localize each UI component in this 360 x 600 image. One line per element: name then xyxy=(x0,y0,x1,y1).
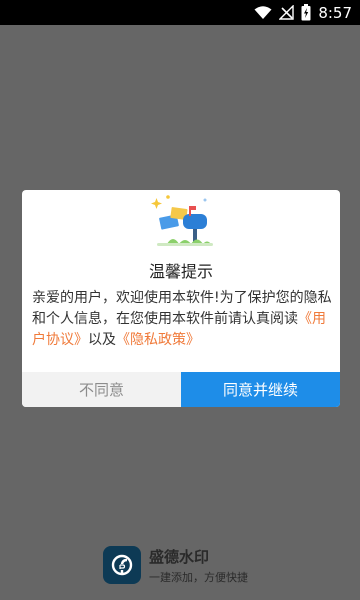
app-slogan: 一建添加，方便快捷 xyxy=(149,570,248,584)
dialog-button-row: 不同意 同意并继续 xyxy=(22,372,340,407)
dialog-title: 温馨提示 xyxy=(148,262,213,281)
status-time: 8:57 xyxy=(318,3,352,22)
app-branding: 盛德水印 一建添加，方便快捷 xyxy=(103,545,248,585)
signal-off-icon xyxy=(279,5,295,20)
agree-continue-button[interactable]: 同意并继续 xyxy=(181,372,340,407)
dialog-message-text: 亲爱的用户，欢迎使用本软件!为了保护您的隐私和个人信息，在您使用本软件前请认真阅… xyxy=(32,290,332,327)
disagree-button[interactable]: 不同意 xyxy=(22,372,181,407)
wifi-icon xyxy=(254,5,272,20)
battery-charging-icon xyxy=(301,4,311,21)
dialog-message: 亲爱的用户，欢迎使用本软件!为了保护您的隐私和个人信息，在您使用本软件前请认真阅… xyxy=(32,288,332,351)
mailbox-illustration-icon xyxy=(147,192,217,250)
dialog-connector-text: 以及 xyxy=(88,332,116,348)
privacy-policy-link[interactable]: 《隐私政策》 xyxy=(116,332,200,348)
privacy-dialog: 温馨提示 亲爱的用户，欢迎使用本软件!为了保护您的隐私和个人信息，在您使用本软件… xyxy=(22,190,340,407)
status-bar: 8:57 xyxy=(0,0,360,25)
app-name: 盛德水印 xyxy=(149,547,210,566)
watermark-logo-icon xyxy=(103,546,141,584)
status-bar-right: 8:57 xyxy=(254,0,352,25)
app-text: 盛德水印 一建添加，方便快捷 xyxy=(149,546,248,585)
